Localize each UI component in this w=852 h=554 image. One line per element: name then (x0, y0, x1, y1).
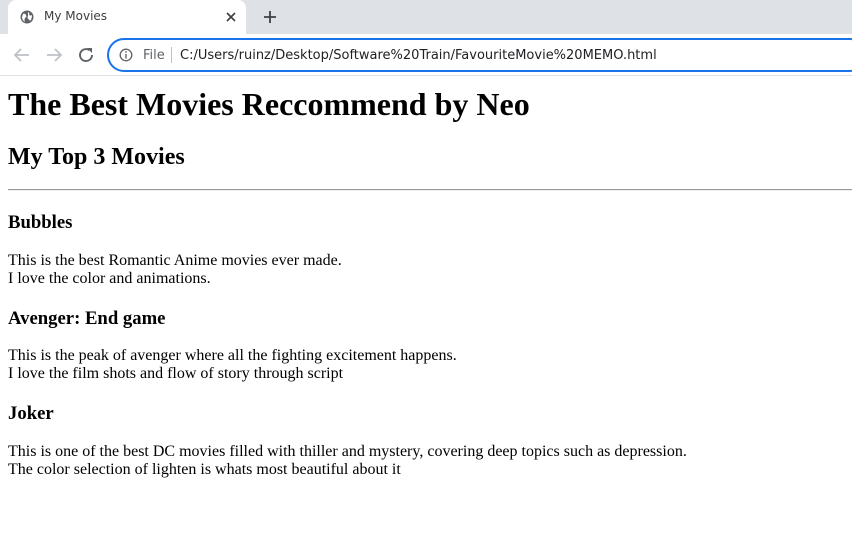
movie-description: This is one of the best DC movies filled… (8, 443, 687, 460)
movie-title: Joker (8, 403, 54, 424)
movie-description: This is the best Romantic Anime movies e… (8, 252, 342, 269)
arrow-left-icon[interactable] (12, 45, 32, 65)
arrow-right-icon[interactable] (44, 45, 64, 65)
info-icon[interactable] (119, 48, 133, 62)
page-subtitle: My Top 3 Movies (8, 144, 185, 170)
movie-description: This is the peak of avenger where all th… (8, 347, 457, 364)
movie-title: Avenger: End game (8, 308, 166, 329)
browser-toolbar: File C:/Users/ruinz/Desktop/Software%20T… (0, 34, 852, 76)
page-title: The Best Movies Reccommend by Neo (8, 86, 530, 122)
page-content: The Best Movies Reccommend by Neo My Top… (0, 76, 852, 554)
movie-description: The color selection of lighten is whats … (8, 461, 401, 478)
address-bar[interactable]: File C:/Users/ruinz/Desktop/Software%20T… (107, 38, 852, 72)
tab-title: My Movies (44, 9, 108, 23)
scheme-label: File (143, 48, 165, 63)
url-text[interactable]: C:/Users/ruinz/Desktop/Software%20Train/… (180, 48, 657, 63)
browser-tab[interactable]: My Movies (8, 0, 246, 34)
movie-description: I love the film shots and flow of story … (8, 365, 344, 382)
globe-icon (20, 10, 34, 24)
movie-title: Bubbles (8, 212, 73, 233)
tab-strip: My Movies (0, 0, 852, 34)
horizontal-rule (8, 189, 852, 191)
chip-divider (171, 47, 172, 63)
reload-icon[interactable] (76, 45, 96, 65)
plus-icon[interactable] (262, 9, 278, 25)
movie-description: I love the color and animations. (8, 270, 211, 287)
close-icon[interactable] (225, 11, 237, 23)
